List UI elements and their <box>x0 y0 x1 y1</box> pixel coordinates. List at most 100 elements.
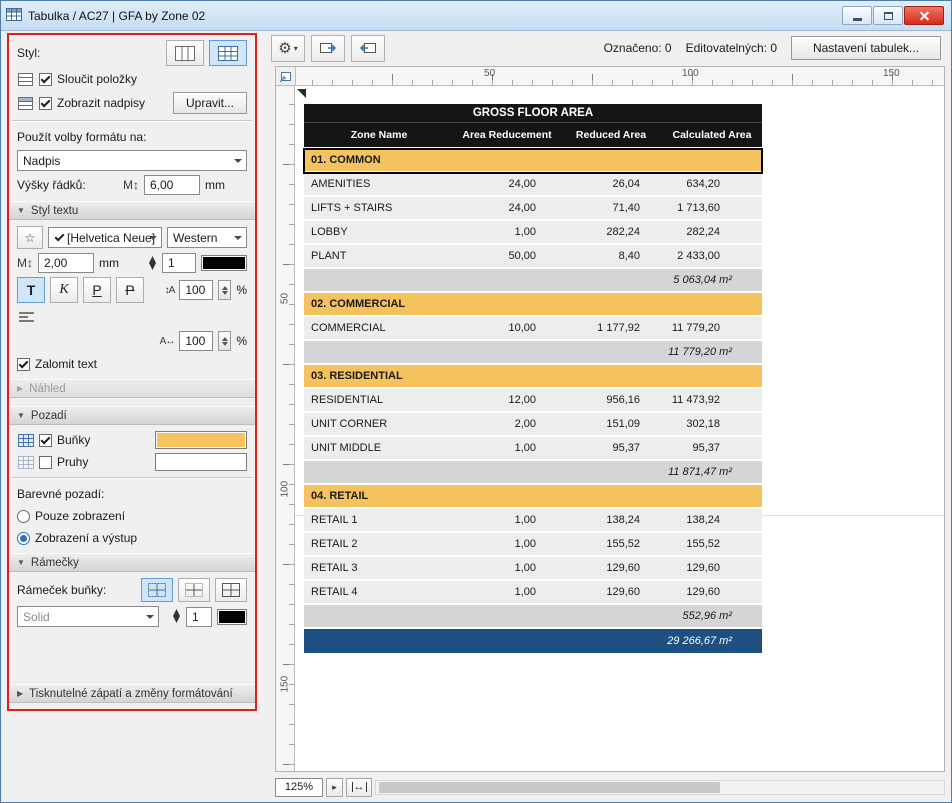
cell-3[interactable]: 302,18 <box>662 418 762 430</box>
italic-button[interactable]: K <box>50 277 78 303</box>
cell-2[interactable]: 71,40 <box>560 202 662 214</box>
section-preview[interactable]: ▶ Náhled <box>9 379 255 398</box>
column-header-2[interactable]: Reduced Area <box>560 129 662 141</box>
cell-1[interactable]: 2,00 <box>454 418 560 430</box>
line-spacing-input[interactable]: 100 <box>179 280 214 300</box>
zoom-level[interactable]: 125% <box>275 777 323 797</box>
column-header-0[interactable]: Zone Name <box>304 129 454 141</box>
row-height-input[interactable]: 6,00 <box>144 175 200 195</box>
underline-button[interactable]: P <box>83 277 111 303</box>
cell-1[interactable]: 1,00 <box>454 562 560 574</box>
font-family-select[interactable]: [Helvetica Neue] <box>48 227 162 248</box>
scrollbar-thumb[interactable] <box>379 781 720 793</box>
vertical-ruler[interactable]: 50 100 150 <box>276 86 295 771</box>
frame-pen-input[interactable]: 1 <box>186 606 212 627</box>
cell-2[interactable]: 26,04 <box>560 178 662 190</box>
bold-button[interactable]: T <box>17 277 45 303</box>
horizontal-scrollbar[interactable] <box>375 779 945 795</box>
merge-items-checkbox[interactable] <box>39 72 52 86</box>
cell-1[interactable]: 10,00 <box>454 322 560 334</box>
drawing-canvas[interactable]: GROSS FLOOR AREA Zone Name Area Reducement… <box>295 86 944 771</box>
cell-0[interactable]: PLANT <box>304 250 454 262</box>
cell-0[interactable]: RETAIL 2 <box>304 538 454 550</box>
text-size-input[interactable]: 2,00 <box>38 253 94 273</box>
zoom-menu-button[interactable]: ▸ <box>326 777 343 797</box>
char-spacing-input[interactable]: 100 <box>179 331 214 351</box>
cell-0[interactable]: LIFTS + STAIRS <box>304 202 454 214</box>
cell-3[interactable]: 2 433,00 <box>662 250 762 262</box>
titlebar[interactable]: Tabulka / AC27 | GFA by Zone 02 <box>1 1 951 31</box>
cell-0[interactable]: COMMERCIAL <box>304 322 454 334</box>
cell-1[interactable]: 24,00 <box>454 202 560 214</box>
cell-2[interactable]: 95,37 <box>560 442 662 454</box>
zone-subtotal-value[interactable]: 11 871,47 m² <box>304 466 762 478</box>
cell-1[interactable]: 12,00 <box>454 394 560 406</box>
text-pen-input[interactable]: 1 <box>162 253 196 273</box>
cell-1[interactable]: 50,00 <box>454 250 560 262</box>
cell-2[interactable]: 155,52 <box>560 538 662 550</box>
cell-2[interactable]: 282,24 <box>560 226 662 238</box>
wrap-text-checkbox[interactable] <box>17 357 30 371</box>
frame-color-swatch[interactable] <box>217 608 247 625</box>
cell-1[interactable]: 1,00 <box>454 514 560 526</box>
column-header-3[interactable]: Calculated Area <box>662 129 762 141</box>
cell-0[interactable]: LOBBY <box>304 226 454 238</box>
frame-inner-borders-button[interactable] <box>178 578 210 602</box>
frame-outer-borders-button[interactable] <box>215 578 247 602</box>
cell-3[interactable]: 634,20 <box>662 178 762 190</box>
zone-subtotal-value[interactable]: 552,96 m² <box>304 610 762 622</box>
cell-2[interactable]: 956,16 <box>560 394 662 406</box>
cell-2[interactable]: 1 177,92 <box>560 322 662 334</box>
cell-2[interactable]: 129,60 <box>560 562 662 574</box>
cell-2[interactable]: 129,60 <box>560 586 662 598</box>
cell-3[interactable]: 95,37 <box>662 442 762 454</box>
frame-linetype-select[interactable]: Solid <box>17 606 159 627</box>
format-target-select[interactable]: Nadpis <box>17 150 247 171</box>
cells-checkbox[interactable] <box>39 433 52 447</box>
style-grid-view-button[interactable] <box>209 40 247 66</box>
ruler-origin-button[interactable] <box>276 67 296 85</box>
cell-2[interactable]: 151,09 <box>560 418 662 430</box>
font-script-select[interactable]: Western <box>167 227 247 248</box>
stripes-checkbox[interactable] <box>39 455 52 469</box>
cell-1[interactable]: 24,00 <box>454 178 560 190</box>
section-text-style[interactable]: ▼ Styl textu <box>9 201 255 220</box>
frame-all-borders-button[interactable] <box>141 578 173 602</box>
cell-0[interactable]: AMENITIES <box>304 178 454 190</box>
cell-3[interactable]: 11 779,20 <box>662 322 762 334</box>
zone-subtotal-value[interactable]: 5 063,04 m² <box>304 274 762 286</box>
horizontal-ruler[interactable]: 50 100 150 <box>296 67 944 85</box>
grand-total-value[interactable]: 29 266,67 m² <box>304 635 762 647</box>
cell-3[interactable]: 155,52 <box>662 538 762 550</box>
cell-1[interactable]: 1,00 <box>454 226 560 238</box>
cell-3[interactable]: 129,60 <box>662 562 762 574</box>
inject-parameters-button[interactable] <box>351 34 385 62</box>
zone-subtotal-value[interactable]: 11 779,20 m² <box>304 346 762 358</box>
zone-name[interactable]: 04. RETAIL <box>304 490 368 502</box>
align-left-icon[interactable] <box>17 308 255 327</box>
section-printable-footer[interactable]: ▶ Tisknutelné zápatí a změny formátování <box>9 684 255 703</box>
cell-3[interactable]: 1 713,60 <box>662 202 762 214</box>
show-headers-checkbox[interactable] <box>39 96 52 110</box>
zone-name[interactable]: 03. RESIDENTIAL <box>304 370 403 382</box>
cell-1[interactable]: 1,00 <box>454 442 560 454</box>
cells-color-swatch[interactable] <box>155 431 247 449</box>
cell-3[interactable]: 129,60 <box>662 586 762 598</box>
style-plain-view-button[interactable] <box>166 40 204 66</box>
cell-0[interactable]: RETAIL 1 <box>304 514 454 526</box>
edit-button[interactable]: Upravit... <box>172 92 247 114</box>
cell-3[interactable]: 138,24 <box>662 514 762 526</box>
char-spacing-stepper[interactable] <box>218 331 232 351</box>
cell-2[interactable]: 8,40 <box>560 250 662 262</box>
cell-0[interactable]: UNIT CORNER <box>304 418 454 430</box>
zone-name[interactable]: 01. COMMON <box>304 154 381 166</box>
close-button[interactable] <box>904 6 944 25</box>
maximize-button[interactable] <box>873 6 903 25</box>
column-header-1[interactable]: Area Reducement <box>454 129 560 141</box>
schedule-title[interactable]: GROSS FLOOR AREA <box>473 107 593 119</box>
text-color-swatch[interactable] <box>201 255 247 271</box>
cell-0[interactable]: RETAIL 3 <box>304 562 454 574</box>
cell-2[interactable]: 138,24 <box>560 514 662 526</box>
scheme-settings-button[interactable]: ⚙ ▾ <box>271 34 305 62</box>
cell-0[interactable]: RESIDENTIAL <box>304 394 454 406</box>
